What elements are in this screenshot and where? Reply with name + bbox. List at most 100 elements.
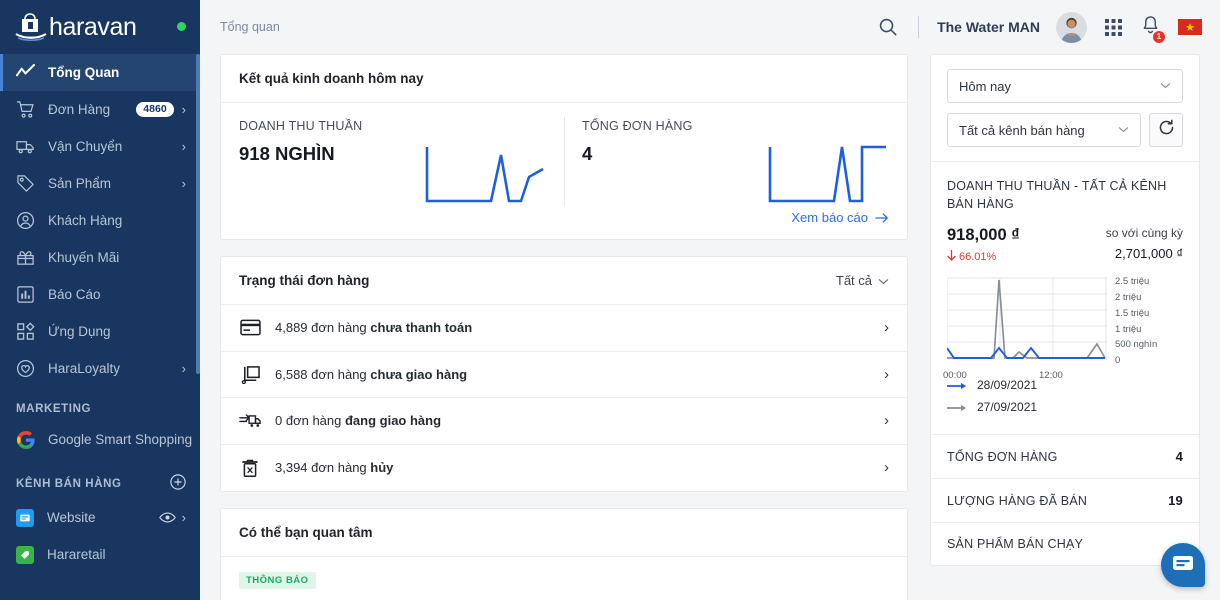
sidebar-item-label: Sản Phẩm — [48, 176, 182, 191]
chevron-down-icon — [878, 273, 889, 288]
chart-legend: 28/09/2021 27/09/2021 — [947, 378, 1183, 414]
avatar[interactable] — [1056, 12, 1087, 43]
heart-circle-icon — [16, 359, 35, 378]
stat-label: SẢN PHẨM BÁN CHẠY — [947, 537, 1083, 551]
sidebar-item-haraloyalty[interactable]: HaraLoyalty › — [0, 350, 200, 387]
stat-row-tong-don-hang[interactable]: TỔNG ĐƠN HÀNG 4 — [931, 435, 1199, 479]
revenue-title: DOANH THU THUẦN - TẤT CẢ KÊNH BÁN HÀNG — [947, 177, 1183, 213]
search-icon[interactable] — [878, 17, 898, 37]
analytics-icon — [16, 63, 35, 82]
chevron-right-icon: › — [182, 140, 186, 153]
status-row-label: 4,889 đơn hàng chưa thanh toán — [275, 320, 884, 335]
chat-bubble-icon — [1171, 553, 1195, 578]
brand-name: haravan — [49, 15, 137, 40]
sidebar-item-tong-quan[interactable]: Tổng Quan — [0, 54, 200, 91]
legend-line-icon — [947, 380, 969, 390]
summary-panel: Hôm nay Tất cả kênh bán hàng — [930, 54, 1200, 566]
chevron-right-icon: › — [884, 319, 889, 336]
legend-item[interactable]: 28/09/2021 — [947, 378, 1183, 392]
channel-select-value: Tất cả kênh bán hàng — [959, 123, 1085, 138]
sidebar-item-label: Báo Cáo — [48, 287, 186, 302]
sidebar-item-bao-cao[interactable]: Báo Cáo — [0, 276, 200, 313]
status-row-chua-thanh-toan[interactable]: 4,889 đơn hàng chưa thanh toán › — [221, 305, 907, 352]
legend-label: 28/09/2021 — [977, 378, 1037, 392]
stat-label: TỔNG ĐƠN HÀNG — [947, 450, 1058, 464]
kpi-value: 918 NGHÌN — [239, 143, 362, 165]
breadcrumb[interactable]: Tổng quan — [220, 20, 280, 34]
compare-value: 2,701,000 ₫ — [1106, 246, 1183, 261]
status-row-label: 0 đơn hàng đang giao hàng — [275, 413, 884, 428]
section-label: KÊNH BÁN HÀNG — [16, 478, 170, 490]
revenue-left: 918,000 ₫ 66.01% — [947, 226, 1020, 264]
chart-plot-area: 00:00 12:00 — [947, 276, 1107, 362]
sparkline-doanh-thu-thuan — [362, 119, 546, 211]
sidebar-item-san-pham[interactable]: Sản Phẩm › — [0, 165, 200, 202]
notification-count-badge: 1 — [1153, 31, 1165, 43]
sidebar-item-website[interactable]: Website › — [0, 499, 200, 536]
store-name[interactable]: The Water MAN — [937, 19, 1040, 35]
bell-icon[interactable]: 1 — [1141, 15, 1160, 40]
sidebar-section-kenh-ban-hang: KÊNH BÁN HÀNG — [0, 458, 200, 499]
chevron-down-icon — [1160, 81, 1171, 92]
main-area: Tổng quan The Water MAN — [200, 0, 1220, 600]
website-icon — [16, 509, 34, 527]
stat-row-san-pham-ban-chay[interactable]: SẢN PHẨM BÁN CHẠY — [931, 523, 1199, 565]
refresh-button[interactable] — [1149, 113, 1183, 147]
card-title: Trạng thái đơn hàng — [239, 273, 369, 288]
status-row-dang-giao-hang[interactable]: 0 đơn hàng đang giao hàng › — [221, 398, 907, 445]
order-status-filter[interactable]: Tất cả — [836, 273, 889, 288]
suggestions-body: THÔNG BÁO — [221, 557, 907, 600]
topbar-divider — [918, 16, 919, 38]
status-row-huy[interactable]: 3,394 đơn hàng hủy › — [221, 445, 907, 492]
period-select[interactable]: Hôm nay — [947, 69, 1183, 103]
sidebar-item-label: Tổng Quan — [48, 65, 186, 80]
kpi-row: DOANH THU THUẦN 918 NGHÌN TỔ — [221, 103, 907, 221]
sidebar-item-label: Vận Chuyển — [48, 139, 182, 154]
status-badge: THÔNG BÁO — [239, 572, 316, 589]
sidebar-item-don-hang[interactable]: Đơn Hàng 4860 › — [0, 91, 200, 128]
sidebar-nav: Tổng Quan Đơn Hàng 4860 › Vận Chuyển › — [0, 54, 200, 573]
kpi-label: TỔNG ĐƠN HÀNG — [582, 119, 693, 133]
y-tick-label: 0 — [1115, 355, 1157, 366]
status-row-chua-giao-hang[interactable]: 6,588 đơn hàng chưa giao hàng › — [221, 352, 907, 399]
legend-line-icon — [947, 402, 969, 412]
series-27-09-2021 — [947, 280, 1105, 358]
sidebar-item-label: Ứng Dụng — [48, 324, 186, 339]
suggestions-card: Có thể bạn quan tâm THÔNG BÁO — [220, 508, 908, 600]
sidebar-item-ung-dung[interactable]: Ứng Dụng — [0, 313, 200, 350]
sidebar-item-google-smart-shopping[interactable]: Google Smart Shopping — [0, 421, 200, 458]
topbar: Tổng quan The Water MAN — [200, 0, 1220, 54]
today-results-card: Kết quả kinh doanh hôm nay DOANH THU THU… — [220, 54, 908, 240]
vn-flag-icon[interactable]: ★ — [1178, 19, 1202, 35]
sidebar-item-label: Google Smart Shopping — [48, 432, 192, 447]
chat-bubble-button[interactable] — [1161, 543, 1205, 587]
delivery-truck-icon — [239, 412, 261, 429]
google-icon — [16, 430, 35, 449]
chevron-right-icon: › — [884, 459, 889, 476]
brand-logo[interactable]: haravan — [0, 0, 200, 54]
sidebar-item-hararetail[interactable]: Hararetail — [0, 536, 200, 573]
eye-icon[interactable] — [159, 511, 176, 524]
stat-value: 19 — [1168, 493, 1183, 508]
status-row-label: 3,394 đơn hàng hủy — [275, 460, 884, 475]
sidebar-item-khuyen-mai[interactable]: Khuyến Mãi — [0, 239, 200, 276]
chevron-right-icon: › — [884, 412, 889, 429]
apps-grid-icon[interactable] — [1104, 18, 1123, 37]
order-status-header: Trạng thái đơn hàng Tất cả — [221, 257, 907, 305]
haravan-logo-icon — [14, 12, 48, 42]
channel-select[interactable]: Tất cả kênh bán hàng — [947, 113, 1141, 147]
sidebar-item-van-chuyen[interactable]: Vận Chuyển › — [0, 128, 200, 165]
chevron-right-icon: › — [182, 177, 186, 190]
app-root: haravan Tổng Quan Đơn Hàng 4860 › — [0, 0, 1220, 600]
sidebar-item-label: Hararetail — [47, 547, 186, 562]
revenue-row: 918,000 ₫ 66.01% so với cùng kỳ — [947, 226, 1183, 264]
stat-row-luong-hang-da-ban[interactable]: LƯỢNG HÀNG ĐÃ BÁN 19 — [931, 479, 1199, 523]
y-tick-label: 1 triệu — [1115, 324, 1157, 335]
main-column: Kết quả kinh doanh hôm nay DOANH THU THU… — [220, 54, 908, 600]
legend-item[interactable]: 27/09/2021 — [947, 400, 1183, 414]
sidebar-item-khach-hang[interactable]: Khách Hàng — [0, 202, 200, 239]
add-channel-icon[interactable] — [170, 474, 186, 493]
kpi-label: DOANH THU THUẦN — [239, 119, 362, 133]
tag-icon — [16, 174, 35, 193]
x-tick-label: 00:00 — [943, 370, 967, 381]
